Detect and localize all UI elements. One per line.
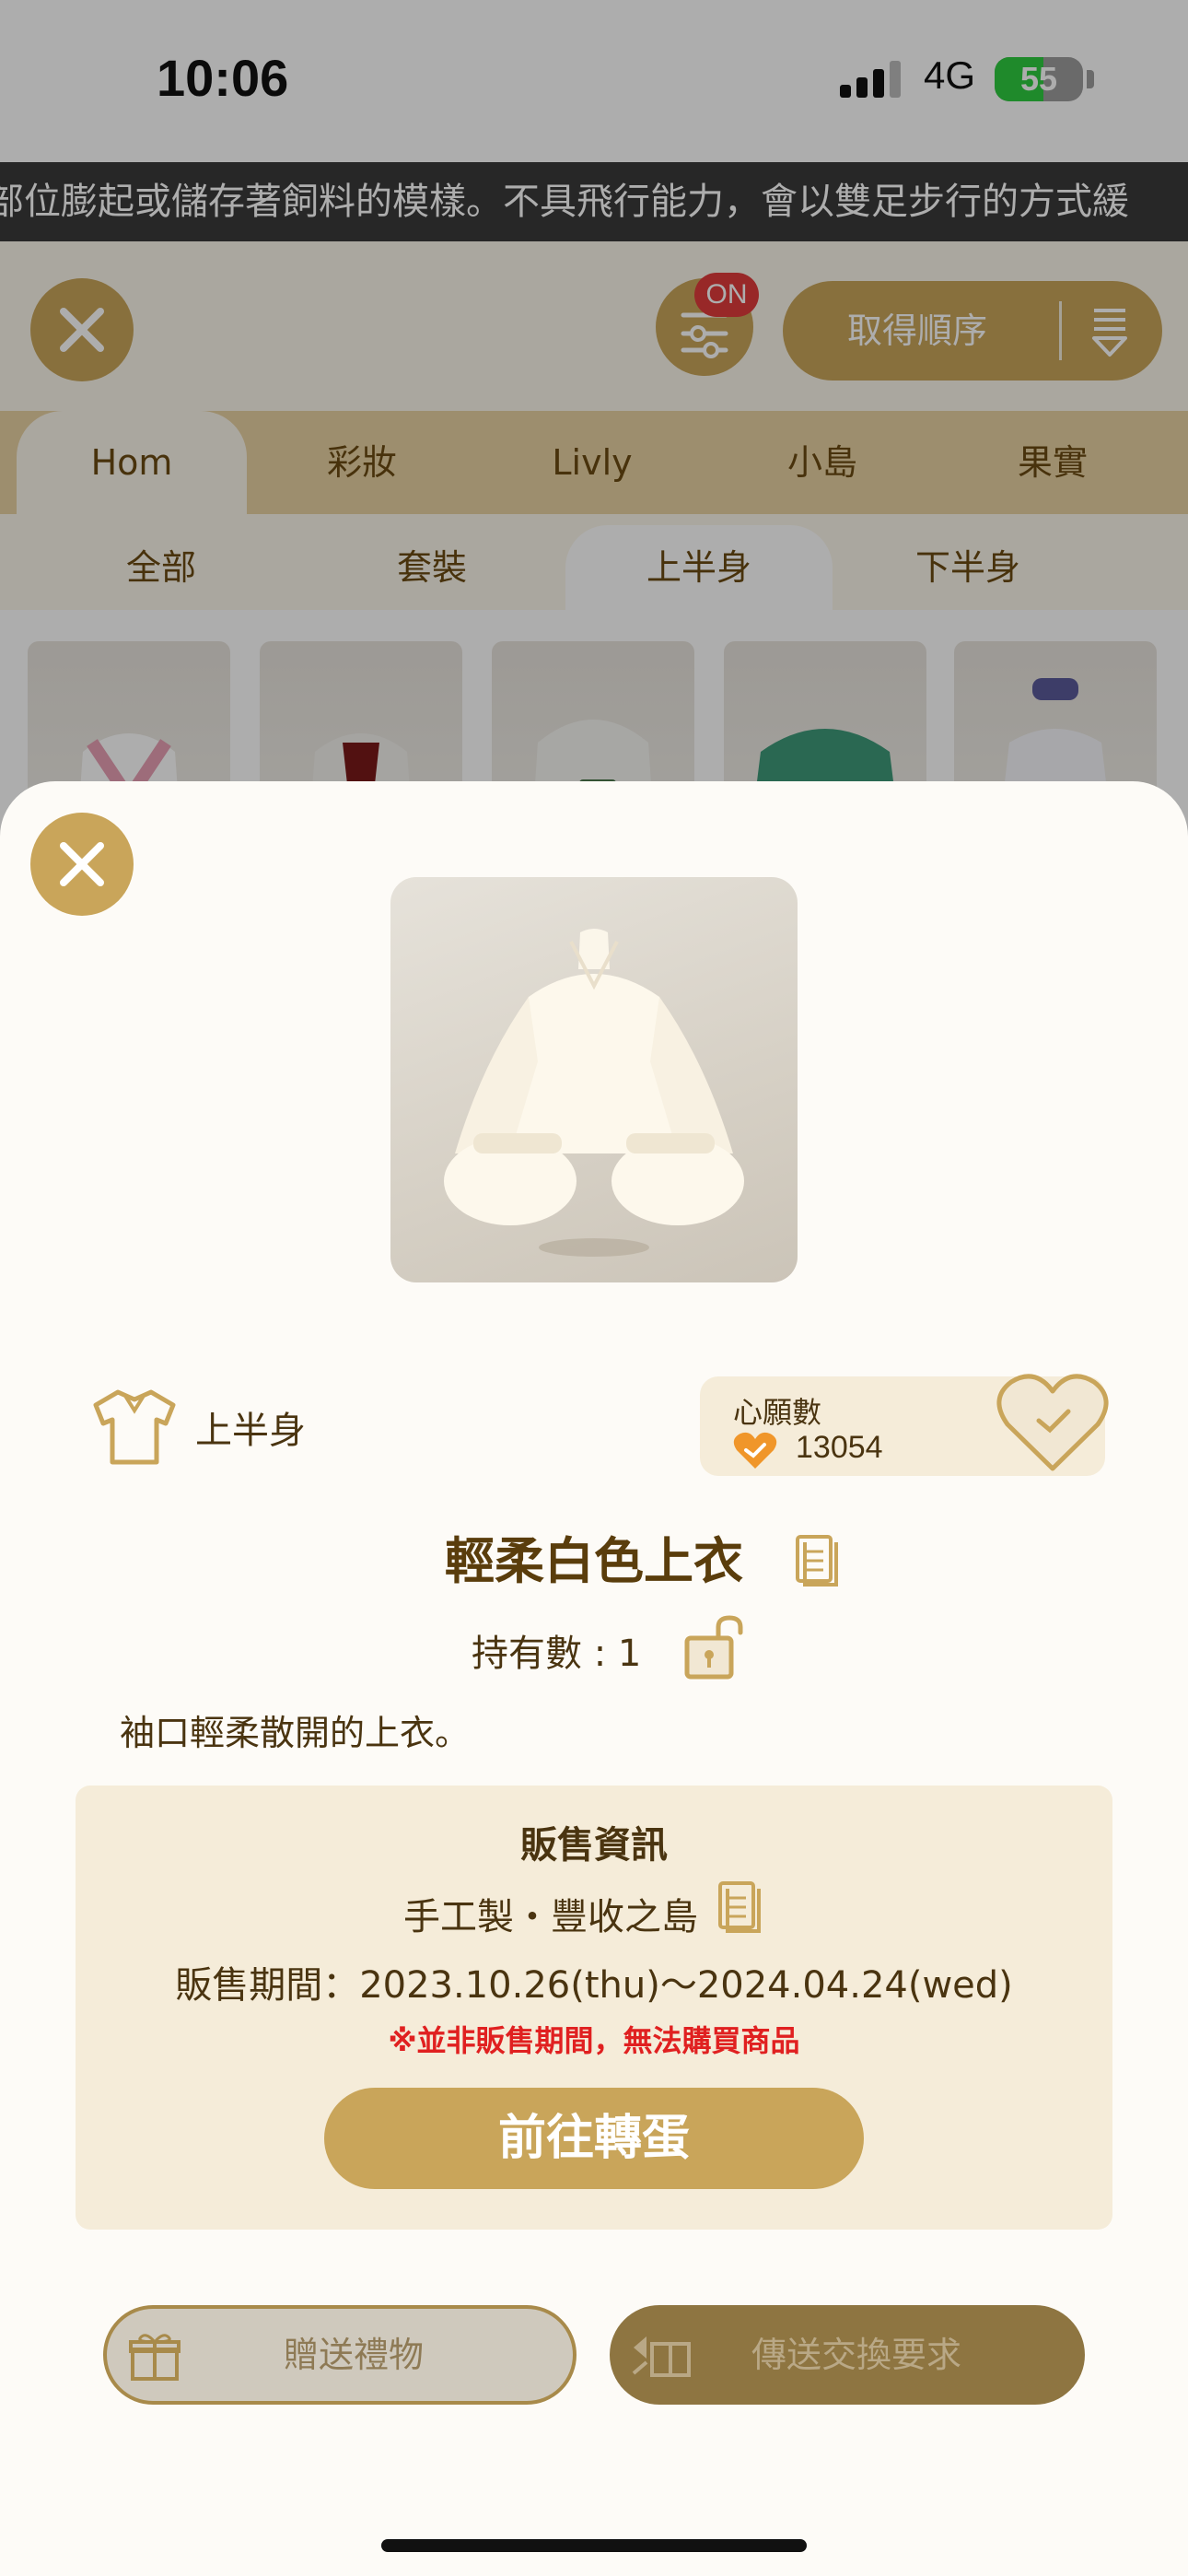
wish-count: 13054: [796, 1430, 883, 1465]
copy-icon[interactable]: [716, 1879, 763, 1935]
heart-check-icon: [733, 1432, 777, 1469]
home-indicator[interactable]: [381, 2539, 807, 2552]
sale-warning: ※並非販售期間，無法購買商品: [388, 2023, 800, 2058]
wish-heart-button[interactable]: [995, 1371, 1111, 1474]
modal-close-button[interactable]: [30, 813, 134, 916]
item-description: 袖口輕柔散開的上衣。: [120, 1713, 471, 1753]
wish-label: 心願數: [733, 1395, 822, 1430]
send-gift-label: 贈送禮物: [283, 2335, 424, 2375]
close-icon: [60, 842, 104, 886]
owned-count: 持有數 : 1: [472, 1633, 642, 1675]
unlock-icon[interactable]: [681, 1614, 748, 1680]
item-preview-image: [390, 877, 798, 1282]
item-category-label: 上半身: [195, 1410, 306, 1452]
sale-source: 手工製・豐收之島: [403, 1896, 698, 1938]
shirt-icon: [93, 1389, 176, 1465]
send-trade-request-button[interactable]: 傳送交換要求: [610, 2305, 1085, 2405]
send-trade-label: 傳送交換要求: [751, 2335, 961, 2375]
copy-icon[interactable]: [794, 1533, 840, 1588]
item-name: 輕柔白色上衣: [445, 1532, 743, 1590]
white-blouse-image: [444, 929, 744, 1257]
sale-period: 販售期間：2023.10.26(thu)～2024.04.24(wed): [175, 1964, 1013, 2007]
sale-info-title: 販售資訊: [520, 1824, 668, 1867]
send-gift-button[interactable]: 贈送禮物: [103, 2305, 577, 2405]
go-to-gacha-button[interactable]: 前往轉蛋: [324, 2088, 864, 2189]
